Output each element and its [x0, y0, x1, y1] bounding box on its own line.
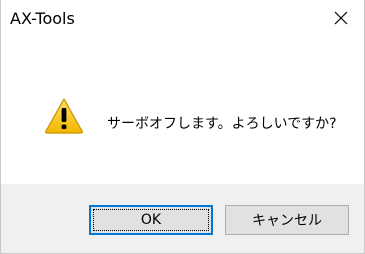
ok-button[interactable]: OK: [89, 205, 213, 235]
cancel-button-label: キャンセル: [252, 213, 322, 229]
close-icon: [334, 11, 348, 25]
window-title: AX-Tools: [10, 9, 75, 28]
warning-icon: [45, 98, 83, 134]
button-bar: OK キャンセル: [1, 184, 364, 253]
dialog-content: サーボオフします。よろしいですか?: [1, 40, 364, 184]
title-bar[interactable]: AX-Tools: [1, 0, 364, 40]
dialog-message: サーボオフします。よろしいですか?: [107, 116, 337, 132]
focus-ring: [93, 209, 209, 231]
message-dialog: AX-Tools サーボオフします。よろしいですか? OK キャンセル: [0, 0, 365, 254]
close-button[interactable]: [318, 0, 364, 36]
cancel-button[interactable]: キャンセル: [225, 205, 349, 235]
